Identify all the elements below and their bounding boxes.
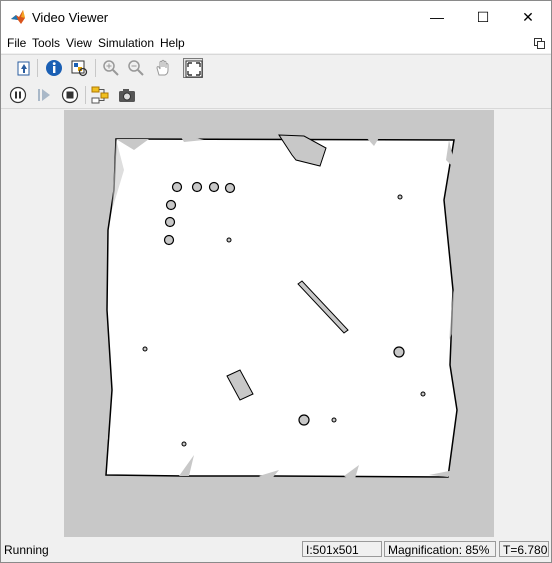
menu-tools[interactable]: Tools (32, 36, 60, 50)
toolbar-primary (1, 54, 551, 82)
menu-file[interactable]: File (7, 36, 26, 50)
menu-help[interactable]: Help (160, 36, 185, 50)
step-forward-icon[interactable] (34, 85, 54, 105)
close-button[interactable]: ✕ (505, 1, 551, 33)
undock-icon[interactable] (534, 38, 545, 49)
menu-simulation[interactable]: Simulation (98, 36, 154, 50)
minimize-button[interactable]: — (414, 1, 460, 33)
window-title: Video Viewer (32, 10, 109, 25)
highlight-block-icon[interactable] (90, 85, 110, 105)
toolbar-separator (85, 86, 86, 104)
info-icon[interactable] (44, 58, 64, 78)
occupancy-map-image (100, 133, 459, 482)
fit-to-window-icon (185, 60, 203, 78)
snapshot-icon[interactable] (117, 85, 137, 105)
matlab-logo-icon (10, 9, 26, 25)
zoom-in-icon[interactable] (101, 58, 121, 78)
pan-hand-icon[interactable] (153, 58, 173, 78)
video-frame (64, 110, 494, 537)
menu-view[interactable]: View (66, 36, 92, 50)
fit-to-window-button[interactable] (183, 58, 203, 78)
stop-icon[interactable] (60, 85, 80, 105)
simulation-time-field: T=6.780 (499, 541, 549, 557)
toolbar-simulation (1, 82, 551, 109)
toolbar-separator (95, 59, 96, 77)
maximize-button[interactable]: ☐ (460, 1, 506, 33)
zoom-out-icon[interactable] (126, 58, 146, 78)
status-bar: Running I:501x501 Magnification: 85% T=6… (1, 539, 551, 561)
pixel-region-icon[interactable] (69, 58, 89, 78)
video-display-area[interactable] (1, 109, 551, 538)
title-bar[interactable]: Video Viewer — ☐ ✕ (1, 1, 551, 33)
simulation-status: Running (4, 543, 49, 557)
menu-bar: File Tools View Simulation Help (1, 33, 551, 53)
image-size-field: I:501x501 (302, 541, 382, 557)
keep-on-top-icon[interactable] (13, 58, 33, 78)
pause-icon[interactable] (8, 85, 28, 105)
magnification-field: Magnification: 85% (384, 541, 496, 557)
video-viewer-window: Video Viewer — ☐ ✕ File Tools View Simul… (0, 0, 552, 563)
toolbar-separator (37, 59, 38, 77)
